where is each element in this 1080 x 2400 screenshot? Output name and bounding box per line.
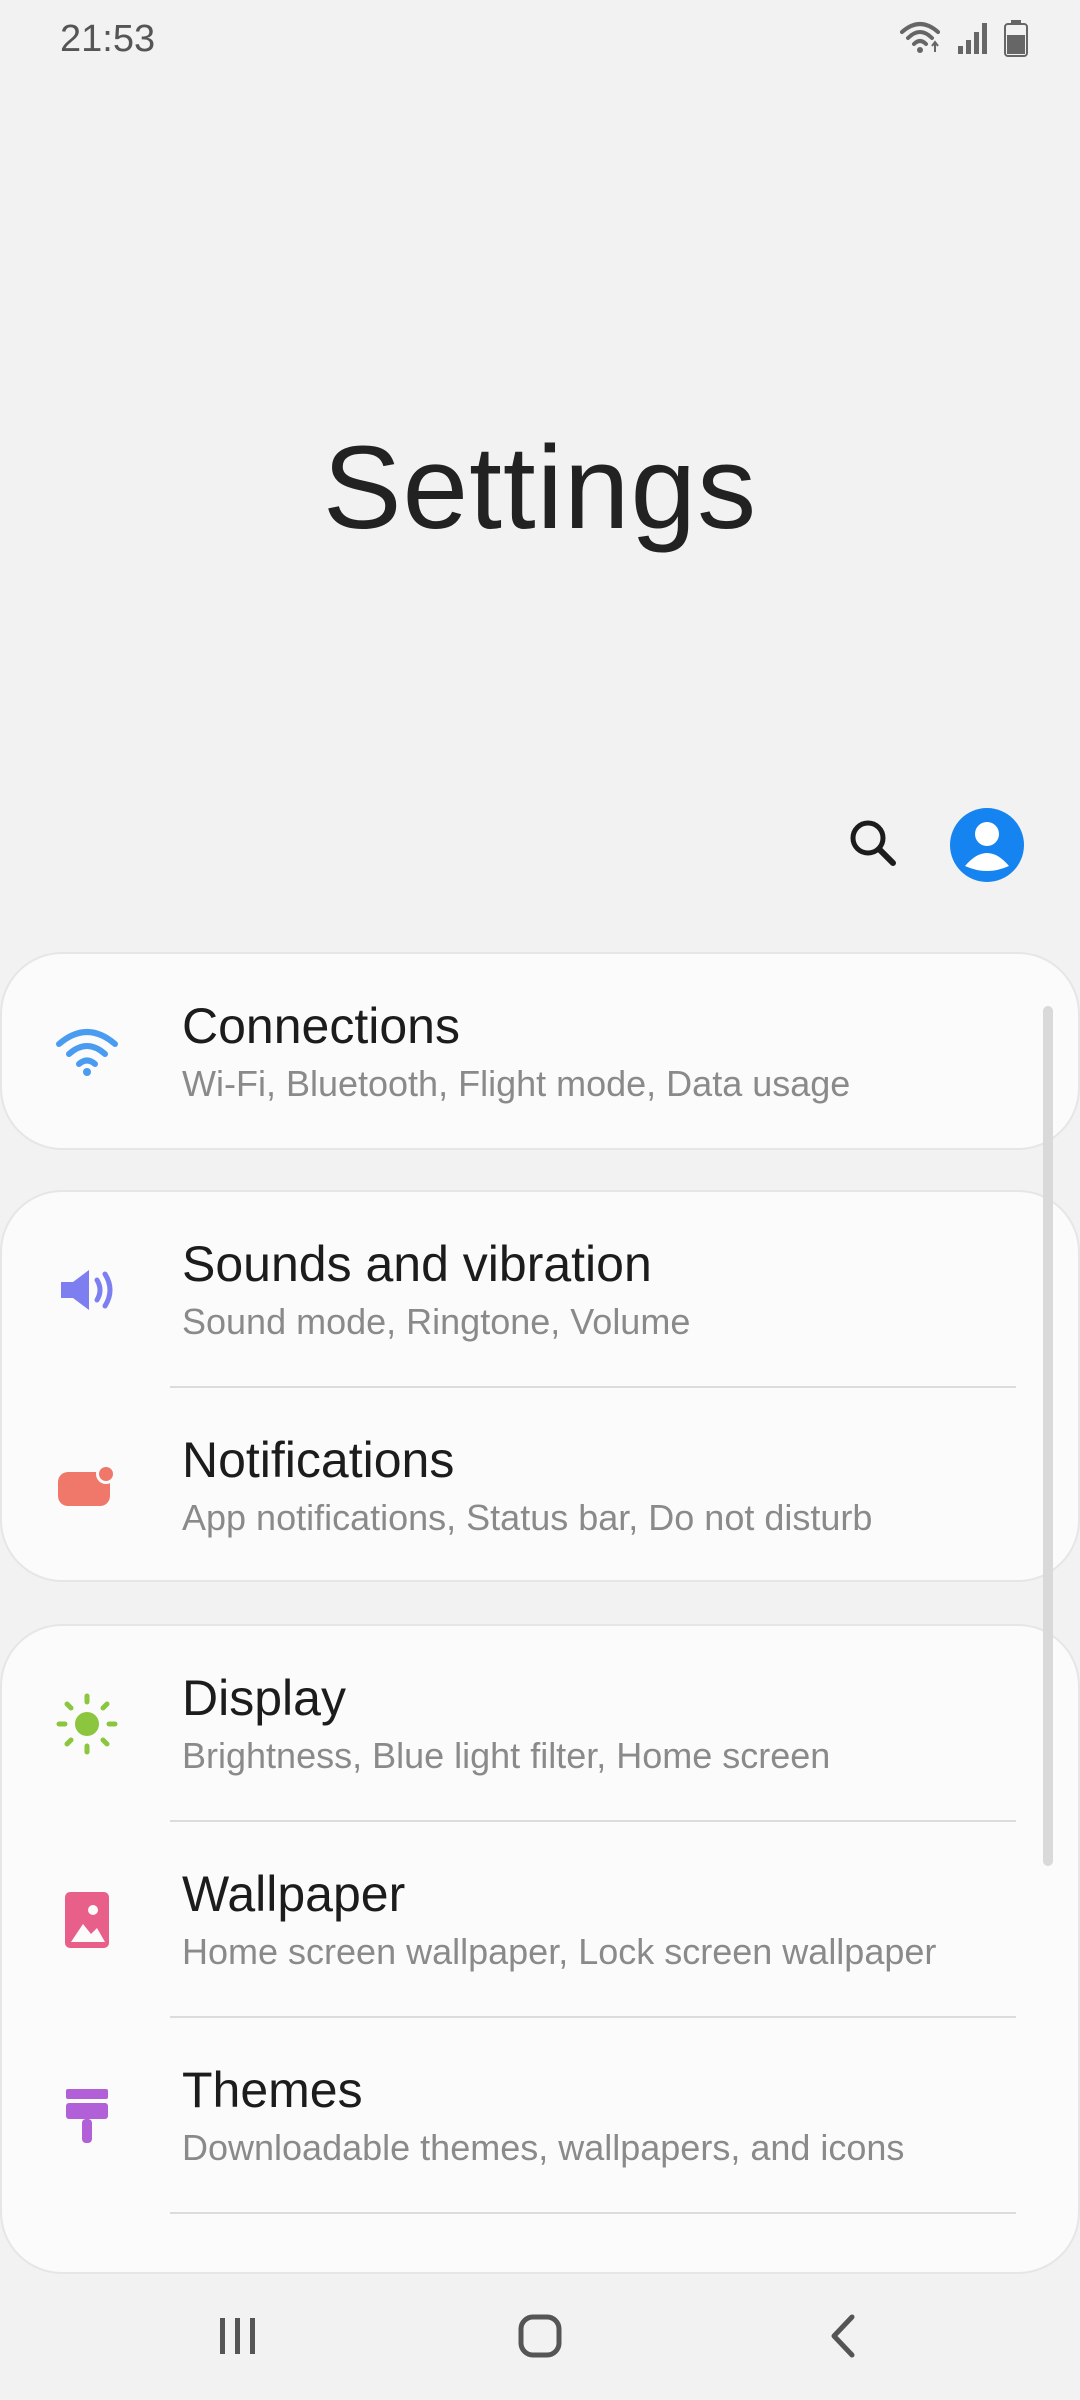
home-icon bbox=[517, 2313, 563, 2364]
item-subtitle: Downloadable themes, wallpapers, and ico… bbox=[182, 2127, 905, 2168]
back-button[interactable] bbox=[762, 2276, 922, 2400]
item-subtitle: Wi-Fi, Bluetooth, Flight mode, Data usag… bbox=[182, 1063, 851, 1104]
item-title: Notifications bbox=[182, 1432, 455, 1488]
item-subtitle: Brightness, Blue light filter, Home scre… bbox=[182, 1735, 831, 1776]
item-title: Wallpaper bbox=[182, 1866, 406, 1922]
settings-item-notifications[interactable]: Notifications App notifications, Status … bbox=[2, 1388, 1078, 1584]
item-text: Notifications App notifications, Status … bbox=[182, 1430, 1038, 1542]
status-time: 21:53 bbox=[60, 18, 156, 60]
status-icons bbox=[898, 16, 1028, 60]
wallpaper-icon bbox=[52, 1885, 122, 1955]
header-actions bbox=[836, 808, 1024, 882]
settings-item-display[interactable]: Display Brightness, Blue light filter, H… bbox=[2, 1626, 1078, 1822]
account-avatar[interactable] bbox=[950, 808, 1024, 882]
settings-item-wallpaper[interactable]: Wallpaper Home screen wallpaper, Lock sc… bbox=[2, 1822, 1078, 2018]
item-text: Wallpaper Home screen wallpaper, Lock sc… bbox=[182, 1864, 1038, 1976]
wifi-icon bbox=[898, 18, 942, 58]
speaker-icon bbox=[52, 1255, 122, 1325]
divider bbox=[170, 2212, 1016, 2214]
account-icon bbox=[950, 808, 1024, 882]
settings-item-sounds-and-vibration[interactable]: Sounds and vibration Sound mode, Rington… bbox=[2, 1192, 1078, 1388]
item-text: Display Brightness, Blue light filter, H… bbox=[182, 1668, 1038, 1780]
item-title: Sounds and vibration bbox=[182, 1236, 652, 1292]
item-text: Themes Downloadable themes, wallpapers, … bbox=[182, 2060, 1038, 2172]
navigation-bar bbox=[0, 2276, 1080, 2400]
settings-group-3: Display Brightness, Blue light filter, H… bbox=[0, 1624, 1080, 2274]
settings-item-themes[interactable]: Themes Downloadable themes, wallpapers, … bbox=[2, 2018, 1078, 2214]
status-bar: 21:53 bbox=[0, 0, 1080, 80]
item-text: Sounds and vibration Sound mode, Rington… bbox=[182, 1234, 1038, 1346]
item-subtitle: Sound mode, Ringtone, Volume bbox=[182, 1301, 691, 1342]
settings-group-1: Connections Wi-Fi, Bluetooth, Flight mod… bbox=[0, 952, 1080, 1150]
battery-icon bbox=[1004, 19, 1028, 57]
recents-icon bbox=[216, 2315, 260, 2362]
notification-icon bbox=[52, 1451, 122, 1521]
search-button[interactable] bbox=[836, 808, 910, 882]
paintbrush-icon bbox=[52, 2081, 122, 2151]
recents-button[interactable] bbox=[158, 2276, 318, 2400]
home-button[interactable] bbox=[460, 2276, 620, 2400]
back-icon bbox=[826, 2313, 858, 2364]
item-title: Connections bbox=[182, 998, 460, 1054]
item-text: Connections Wi-Fi, Bluetooth, Flight mod… bbox=[182, 996, 1038, 1108]
brightness-icon bbox=[52, 1689, 122, 1759]
item-title: Themes bbox=[182, 2062, 363, 2118]
settings-group-2: Sounds and vibration Sound mode, Rington… bbox=[0, 1190, 1080, 1582]
item-title: Display bbox=[182, 1670, 346, 1726]
item-subtitle: Home screen wallpaper, Lock screen wallp… bbox=[182, 1931, 937, 1972]
signal-icon bbox=[956, 20, 990, 56]
scrollbar[interactable] bbox=[1043, 1006, 1053, 1866]
settings-item-connections[interactable]: Connections Wi-Fi, Bluetooth, Flight mod… bbox=[2, 954, 1078, 1150]
wifi-icon bbox=[52, 1017, 122, 1087]
search-icon bbox=[847, 817, 899, 874]
page-title: Settings bbox=[322, 422, 758, 554]
item-subtitle: App notifications, Status bar, Do not di… bbox=[182, 1497, 873, 1538]
